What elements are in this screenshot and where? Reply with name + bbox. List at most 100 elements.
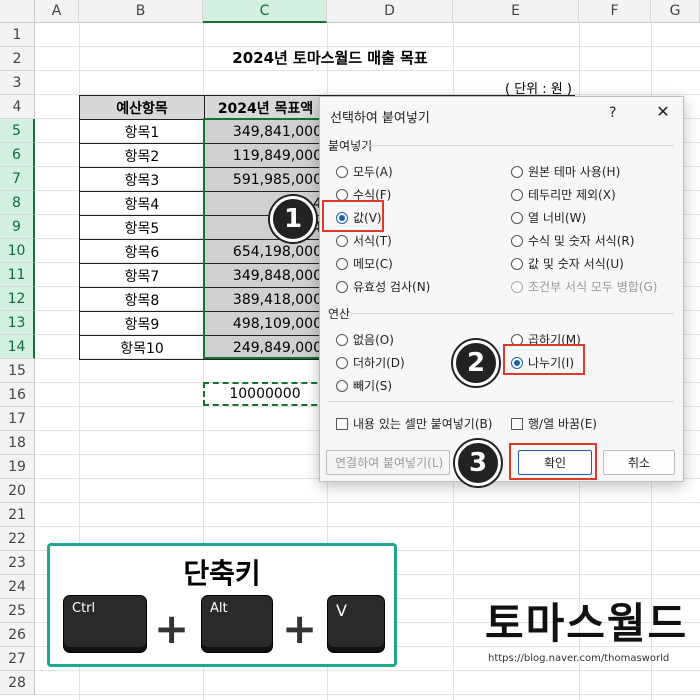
cell-amount[interactable]: 119,849,000 (204, 143, 327, 168)
radio-icon (336, 356, 348, 369)
radio-op-divide[interactable]: 나누기(I) (511, 354, 574, 371)
close-icon[interactable]: ✕ (651, 102, 675, 124)
key-v: V (328, 596, 384, 652)
row-header-6[interactable]: 6 (0, 143, 35, 167)
select-all-corner[interactable] (0, 0, 35, 23)
row-header-27[interactable]: 27 (0, 647, 35, 671)
row-header-14[interactable]: 14 (0, 335, 35, 359)
cell-item-name[interactable]: 항목2 (79, 143, 205, 168)
copied-cell[interactable]: 10000000 (203, 382, 327, 406)
row-header-4[interactable]: 4 (0, 95, 35, 119)
options-divider (328, 401, 674, 402)
row-header-21[interactable]: 21 (0, 503, 35, 527)
radio-icon (511, 188, 523, 201)
checkbox-icon (511, 417, 523, 430)
radio-paste-values[interactable]: 값(V) (336, 209, 382, 226)
checkbox-skip-blanks[interactable]: 내용 있는 셀만 붙여넣기(B) (336, 415, 492, 432)
row-header-15[interactable]: 15 (0, 359, 35, 383)
radio-values-number-formats[interactable]: 값 및 숫자 서식(U) (511, 255, 624, 272)
header-amount[interactable]: 2024년 목표액 (204, 95, 327, 120)
ok-button[interactable]: 확인 (518, 450, 592, 475)
column-header-f[interactable]: F (579, 0, 651, 23)
radio-op-none[interactable]: 없음(O) (336, 331, 394, 348)
row-header-26[interactable]: 26 (0, 623, 35, 647)
radio-paste-formats[interactable]: 서식(T) (336, 232, 392, 249)
radio-op-multiply[interactable]: 곱하기(M) (511, 331, 581, 348)
step-badge-1: 1 (270, 196, 316, 242)
row-header-2[interactable]: 2 (0, 47, 35, 71)
row-header-16[interactable]: 16 (0, 383, 35, 407)
row-header-12[interactable]: 12 (0, 287, 35, 311)
radio-icon (336, 165, 348, 178)
cell-item-name[interactable]: 항목9 (79, 311, 205, 336)
row-header-20[interactable]: 20 (0, 479, 35, 503)
row-header-9[interactable]: 9 (0, 215, 35, 239)
cell-item-name[interactable]: 항목10 (79, 335, 205, 360)
column-header-b[interactable]: B (79, 0, 203, 23)
operation-group-label: 연산 (328, 307, 351, 321)
row-header-19[interactable]: 19 (0, 455, 35, 479)
radio-selected-icon (511, 356, 523, 369)
radio-icon (511, 165, 523, 178)
column-header-g[interactable]: G (651, 0, 700, 23)
cell-amount[interactable]: 591,985,000 (204, 167, 327, 192)
key-ctrl: Ctrl (64, 596, 146, 652)
header-item[interactable]: 예산항목 (79, 95, 205, 120)
cell-item-name[interactable]: 항목5 (79, 215, 205, 240)
cell-amount[interactable]: 249,849,000 (204, 335, 327, 360)
radio-paste-validation[interactable]: 유효성 검사(N) (336, 278, 430, 295)
cell-item-name[interactable]: 항목6 (79, 239, 205, 264)
row-header-1[interactable]: 1 (0, 23, 35, 47)
row-header-8[interactable]: 8 (0, 191, 35, 215)
row-header-22[interactable]: 22 (0, 527, 35, 551)
cell-amount[interactable]: 389,418,000 (204, 287, 327, 312)
column-header-d[interactable]: D (327, 0, 453, 23)
cell-item-name[interactable]: 항목4 (79, 191, 205, 216)
row-header-3[interactable]: 3 (0, 71, 35, 95)
row-header-7[interactable]: 7 (0, 167, 35, 191)
radio-except-borders[interactable]: 테두리만 제외(X) (511, 186, 616, 203)
column-header-e[interactable]: E (453, 0, 579, 23)
row-header-13[interactable]: 13 (0, 311, 35, 335)
paste-link-button: 연결하여 붙여넣기(L) (326, 450, 450, 475)
row-header-17[interactable]: 17 (0, 407, 35, 431)
radio-op-subtract[interactable]: 빼기(S) (336, 377, 392, 394)
radio-icon (511, 211, 523, 224)
radio-paste-formulas[interactable]: 수식(F) (336, 186, 391, 203)
plus-sign: + (154, 604, 190, 653)
cell-item-name[interactable]: 항목8 (79, 287, 205, 312)
radio-source-theme[interactable]: 원본 테마 사용(H) (511, 163, 620, 180)
row-header-23[interactable]: 23 (0, 551, 35, 575)
row-header-11[interactable]: 11 (0, 263, 35, 287)
paste-group-divider (364, 145, 674, 146)
radio-paste-all[interactable]: 모두(A) (336, 163, 393, 180)
cell-amount[interactable]: 349,841,000 (204, 119, 327, 144)
row-header-24[interactable]: 24 (0, 575, 35, 599)
row-header-18[interactable]: 18 (0, 431, 35, 455)
cell-amount[interactable]: 654,198,000 (204, 239, 327, 264)
cell-amount[interactable]: 349,848,000 (204, 263, 327, 288)
shortcut-title: 단축키 (183, 557, 261, 590)
dialog-title: 선택하여 붙여넣기 (330, 111, 430, 126)
row-header-28[interactable]: 28 (0, 671, 35, 695)
cell-amount[interactable]: 498,109,000 (204, 311, 327, 336)
radio-column-widths[interactable]: 열 너비(W) (511, 209, 586, 226)
radio-op-add[interactable]: 더하기(D) (336, 354, 405, 371)
row-header-10[interactable]: 10 (0, 239, 35, 263)
column-header-c[interactable]: C (203, 0, 327, 23)
cell-item-name[interactable]: 항목7 (79, 263, 205, 288)
brand-logo: 토마스월드 (485, 599, 689, 648)
cell-item-name[interactable]: 항목1 (79, 119, 205, 144)
row-header-25[interactable]: 25 (0, 599, 35, 623)
cancel-button[interactable]: 취소 (603, 450, 675, 475)
cell-item-name[interactable]: 항목3 (79, 167, 205, 192)
radio-formulas-number-formats[interactable]: 수식 및 숫자 서식(R) (511, 232, 634, 249)
help-icon[interactable]: ? (609, 105, 616, 121)
operation-group-divider (350, 313, 674, 314)
radio-icon (511, 234, 523, 247)
checkbox-transpose[interactable]: 행/열 바꿈(E) (511, 415, 597, 432)
column-header-a[interactable]: A (35, 0, 79, 23)
plus-sign: + (282, 604, 318, 653)
row-header-5[interactable]: 5 (0, 119, 35, 143)
radio-paste-comments[interactable]: 메모(C) (336, 255, 393, 272)
